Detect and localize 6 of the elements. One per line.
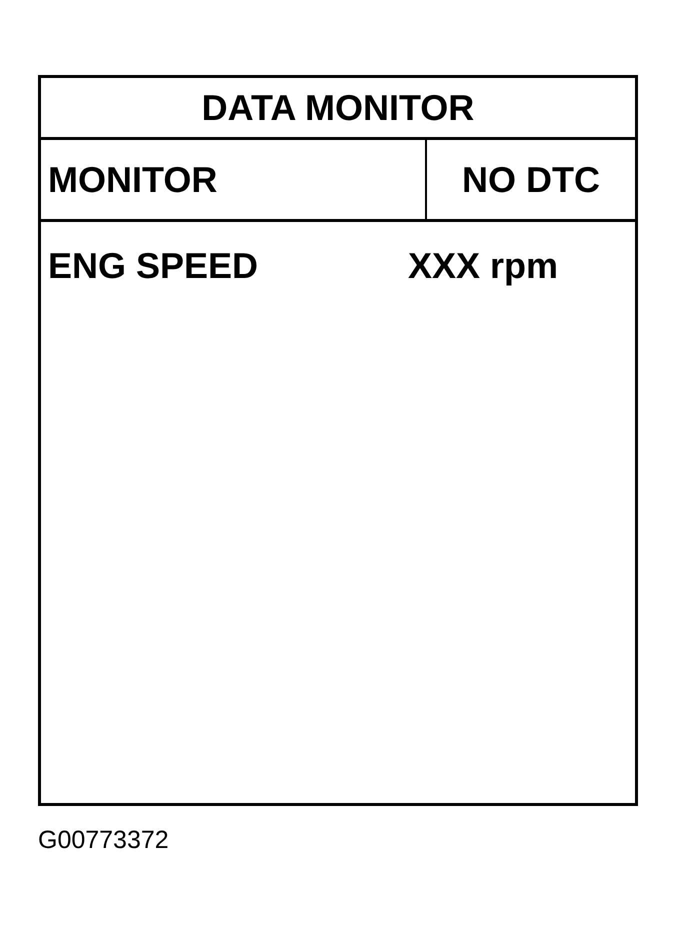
screen-title: DATA MONITOR <box>202 86 474 130</box>
mode-label: MONITOR <box>48 158 218 202</box>
figure-id: G00773372 <box>38 825 169 855</box>
status-label: NO DTC <box>462 158 600 202</box>
parameter-value: XXX rpm <box>408 244 558 288</box>
parameter-name: ENG SPEED <box>48 245 258 286</box>
